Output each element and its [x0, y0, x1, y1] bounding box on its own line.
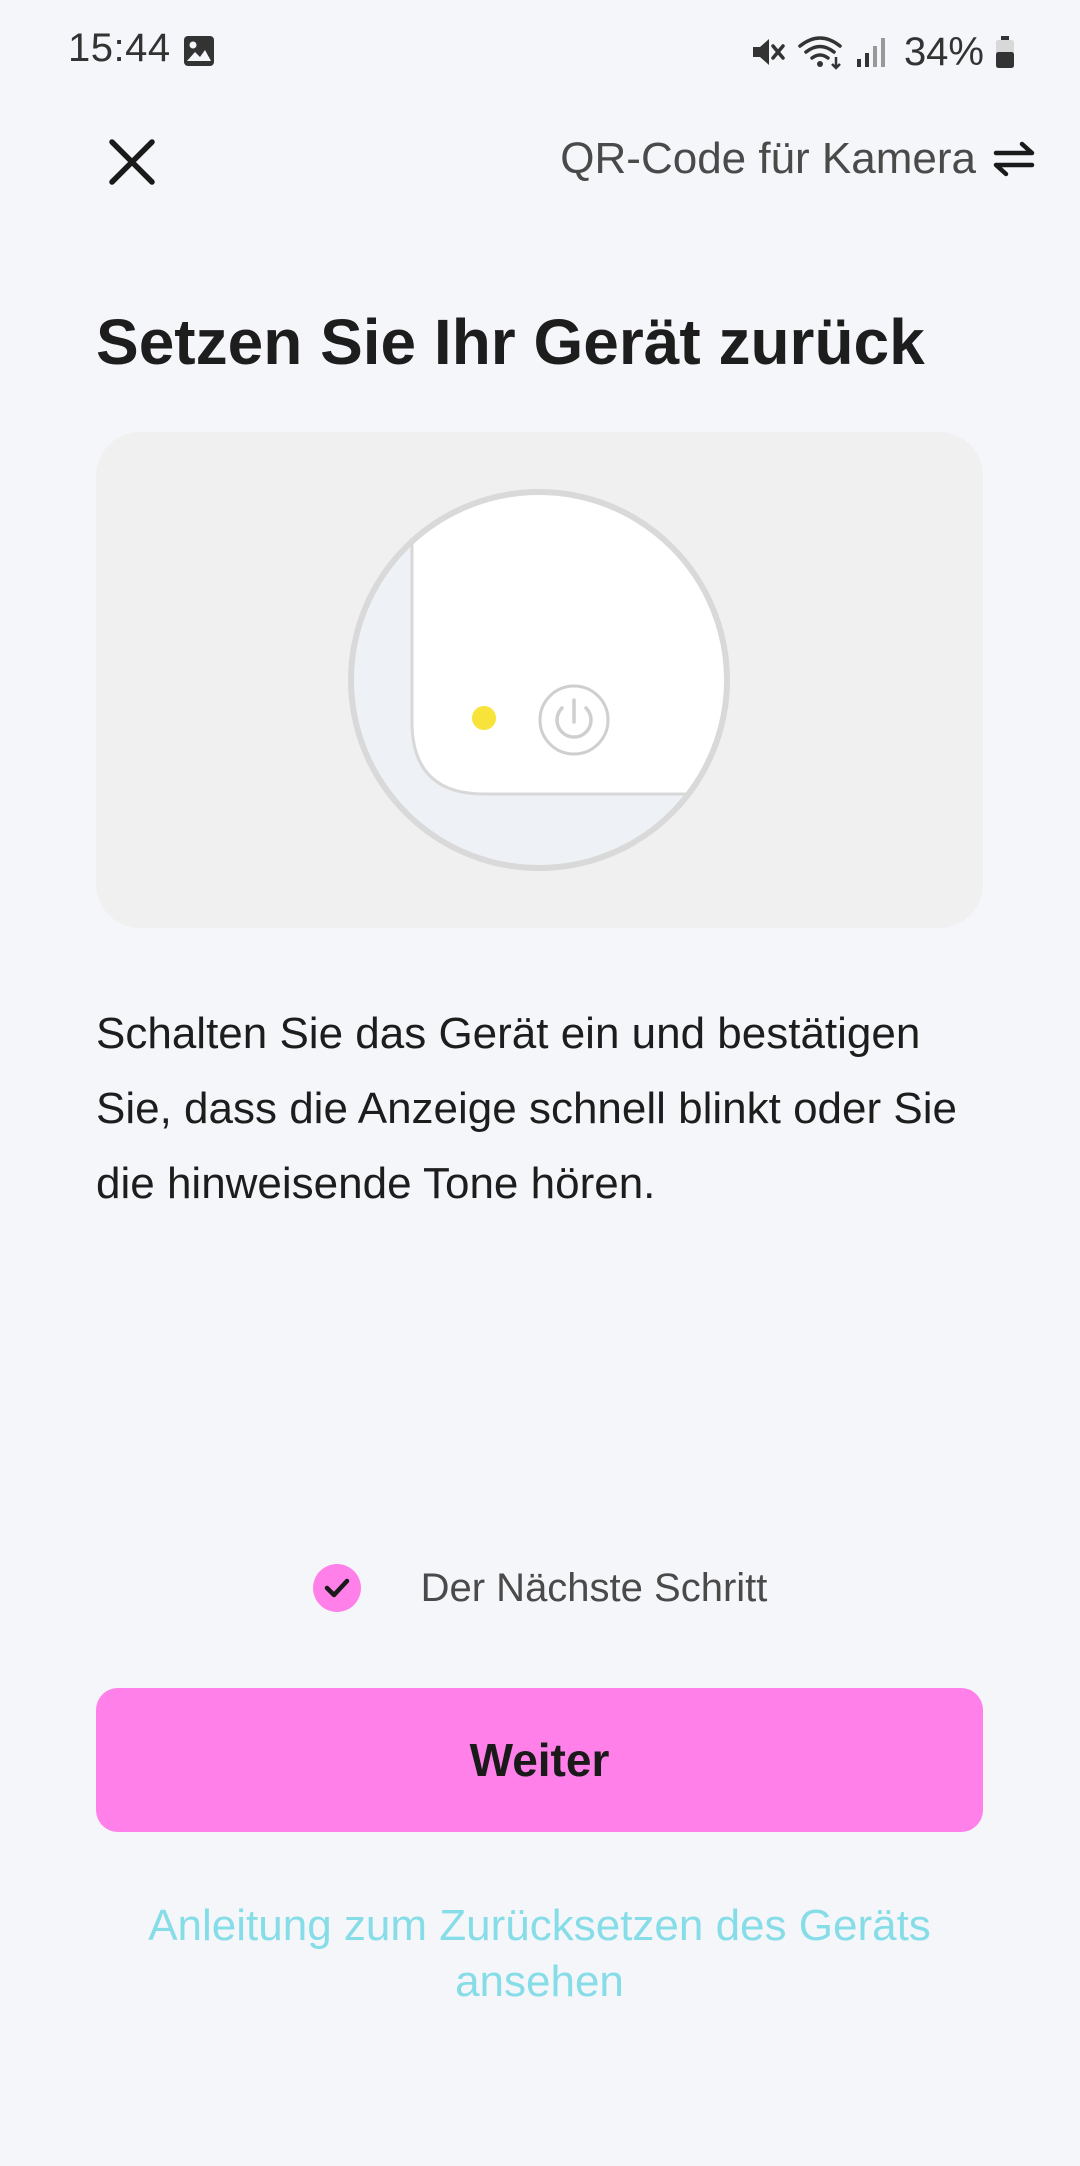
next-step-label: Der Nächste Schritt	[420, 1565, 768, 1610]
continue-button[interactable]: Weiter	[96, 1688, 983, 1832]
wifi-icon	[798, 36, 842, 70]
next-step-row: Der Nächste Schritt	[0, 1556, 1080, 1620]
close-icon	[109, 139, 155, 185]
close-button[interactable]	[96, 126, 168, 198]
battery-percentage: 34%	[903, 29, 984, 74]
qr-switch-label: QR-Code für Kamera	[560, 134, 976, 183]
qr-code-switch[interactable]: QR-Code für Kamera	[560, 124, 1036, 194]
swap-arrows-icon	[993, 141, 1035, 177]
gallery-icon	[184, 36, 214, 66]
signal-icon	[856, 38, 885, 67]
device-led-icon	[472, 706, 496, 730]
status-bar: 15:44 34%	[0, 0, 1080, 104]
reset-device-screen: 15:44 34% QR-Code für Kamera Setzen Sie …	[0, 0, 1080, 2166]
continue-button-label: Weiter	[469, 1734, 610, 1786]
top-bar: QR-Code für Kamera	[0, 104, 1080, 204]
reset-illustration	[96, 432, 983, 928]
check-icon	[324, 1578, 349, 1598]
page-title: Setzen Sie Ihr Gerät zurück	[96, 306, 925, 378]
status-time: 15:44	[68, 26, 171, 70]
instruction-text: Schalten Sie das Gerät ein und bestätige…	[96, 1009, 957, 1208]
battery-icon	[996, 36, 1014, 68]
status-icons: 34%	[748, 24, 1016, 80]
next-step-checkbox[interactable]	[312, 1564, 361, 1612]
mute-icon	[752, 39, 785, 65]
reset-guide-link[interactable]: Anleitung zum Zurücksetzen des Geräts an…	[96, 1898, 983, 2010]
